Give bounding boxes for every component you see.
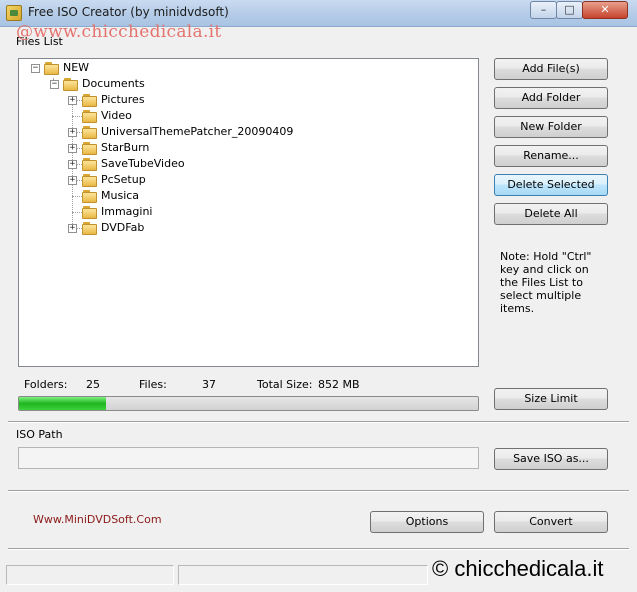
- folder-icon: [63, 78, 79, 91]
- tree-guide-line: [72, 196, 82, 197]
- expand-icon[interactable]: +: [68, 160, 77, 169]
- divider: [8, 548, 629, 550]
- folders-label: Folders:: [24, 378, 68, 391]
- tree-item[interactable]: Video: [19, 108, 478, 124]
- close-button[interactable]: ✕: [582, 1, 628, 19]
- expand-icon[interactable]: +: [68, 224, 77, 233]
- folder-icon: [82, 190, 98, 203]
- collapse-icon[interactable]: −: [31, 64, 40, 73]
- tree-guide-line: [72, 212, 82, 213]
- iso-path-field[interactable]: [18, 447, 479, 469]
- files-count: 37: [202, 378, 216, 391]
- tree-item-label: SaveTubeVideo: [101, 157, 185, 170]
- tree-item-label: PcSetup: [101, 173, 146, 186]
- tree-item[interactable]: + Pictures: [19, 92, 478, 108]
- maximize-button[interactable]: □: [556, 1, 583, 19]
- expand-icon[interactable]: +: [68, 176, 77, 185]
- tree-item[interactable]: + SaveTubeVideo: [19, 156, 478, 172]
- status-panel: [178, 565, 428, 585]
- delete-all-button[interactable]: Delete All: [494, 203, 608, 225]
- collapse-icon[interactable]: −: [50, 80, 59, 89]
- folder-icon: [82, 158, 98, 171]
- iso-path-label: ISO Path: [16, 428, 63, 441]
- minimize-button[interactable]: –: [530, 1, 557, 19]
- tree-item-label: Documents: [82, 77, 145, 90]
- tree-item[interactable]: + DVDFab: [19, 220, 478, 236]
- add-files-button[interactable]: Add File(s): [494, 58, 608, 80]
- divider: [8, 421, 629, 423]
- folder-icon: [82, 126, 98, 139]
- divider: [8, 490, 629, 492]
- tree-item[interactable]: + UniversalThemePatcher_20090409: [19, 124, 478, 140]
- tree-item-label: StarBurn: [101, 141, 150, 154]
- tree-item[interactable]: Musica: [19, 188, 478, 204]
- folder-icon: [82, 206, 98, 219]
- watermark-top: @www.chicchedicala.it: [16, 22, 222, 42]
- tree-item-label: Video: [101, 109, 132, 122]
- tree-item[interactable]: − Documents: [19, 76, 478, 92]
- tree-item-label: Pictures: [101, 93, 145, 106]
- add-folder-button[interactable]: Add Folder: [494, 87, 608, 109]
- delete-selected-button[interactable]: Delete Selected: [494, 174, 608, 196]
- tree-item-label: Musica: [101, 189, 140, 202]
- size-progress-bar: [18, 396, 479, 411]
- folder-icon: [44, 62, 60, 75]
- tree-item[interactable]: + StarBurn: [19, 140, 478, 156]
- copyright-watermark: © chicchedicala.it: [432, 556, 604, 581]
- tree-item-label: DVDFab: [101, 221, 145, 234]
- window-title: Free ISO Creator (by minidvdsoft): [28, 5, 229, 19]
- tree-item[interactable]: + PcSetup: [19, 172, 478, 188]
- expand-icon[interactable]: +: [68, 96, 77, 105]
- folders-count: 25: [86, 378, 100, 391]
- folder-icon: [82, 222, 98, 235]
- tree-item[interactable]: Immagini: [19, 204, 478, 220]
- total-size-value: 852 MB: [318, 378, 360, 391]
- status-panel: [6, 565, 174, 585]
- size-progress-fill: [19, 397, 107, 410]
- tree-item-label: Immagini: [101, 205, 153, 218]
- website-link[interactable]: Www.MiniDVDSoft.Com: [33, 513, 162, 526]
- multi-select-note: Note: Hold "Ctrl" key and click on the F…: [500, 250, 592, 315]
- tree-item[interactable]: − NEW: [19, 60, 478, 76]
- save-iso-button[interactable]: Save ISO as...: [494, 448, 608, 470]
- folder-icon: [82, 174, 98, 187]
- folder-icon: [82, 94, 98, 107]
- size-limit-button[interactable]: Size Limit: [494, 388, 608, 410]
- folder-icon: [82, 110, 98, 123]
- rename-button[interactable]: Rename...: [494, 145, 608, 167]
- options-button[interactable]: Options: [370, 511, 484, 533]
- expand-icon[interactable]: +: [68, 144, 77, 153]
- convert-button[interactable]: Convert: [494, 511, 608, 533]
- total-size-label: Total Size:: [257, 378, 313, 391]
- expand-icon[interactable]: +: [68, 128, 77, 137]
- app-icon: [6, 5, 22, 21]
- folder-icon: [82, 142, 98, 155]
- tree-guide-line: [72, 116, 82, 117]
- files-tree[interactable]: − NEW − Documents + Pictures Video + UniversalTh…: [18, 58, 479, 367]
- tree-item-label: NEW: [63, 61, 90, 74]
- tree-item-label: UniversalThemePatcher_20090409: [101, 125, 294, 138]
- files-label: Files:: [139, 378, 167, 391]
- new-folder-button[interactable]: New Folder: [494, 116, 608, 138]
